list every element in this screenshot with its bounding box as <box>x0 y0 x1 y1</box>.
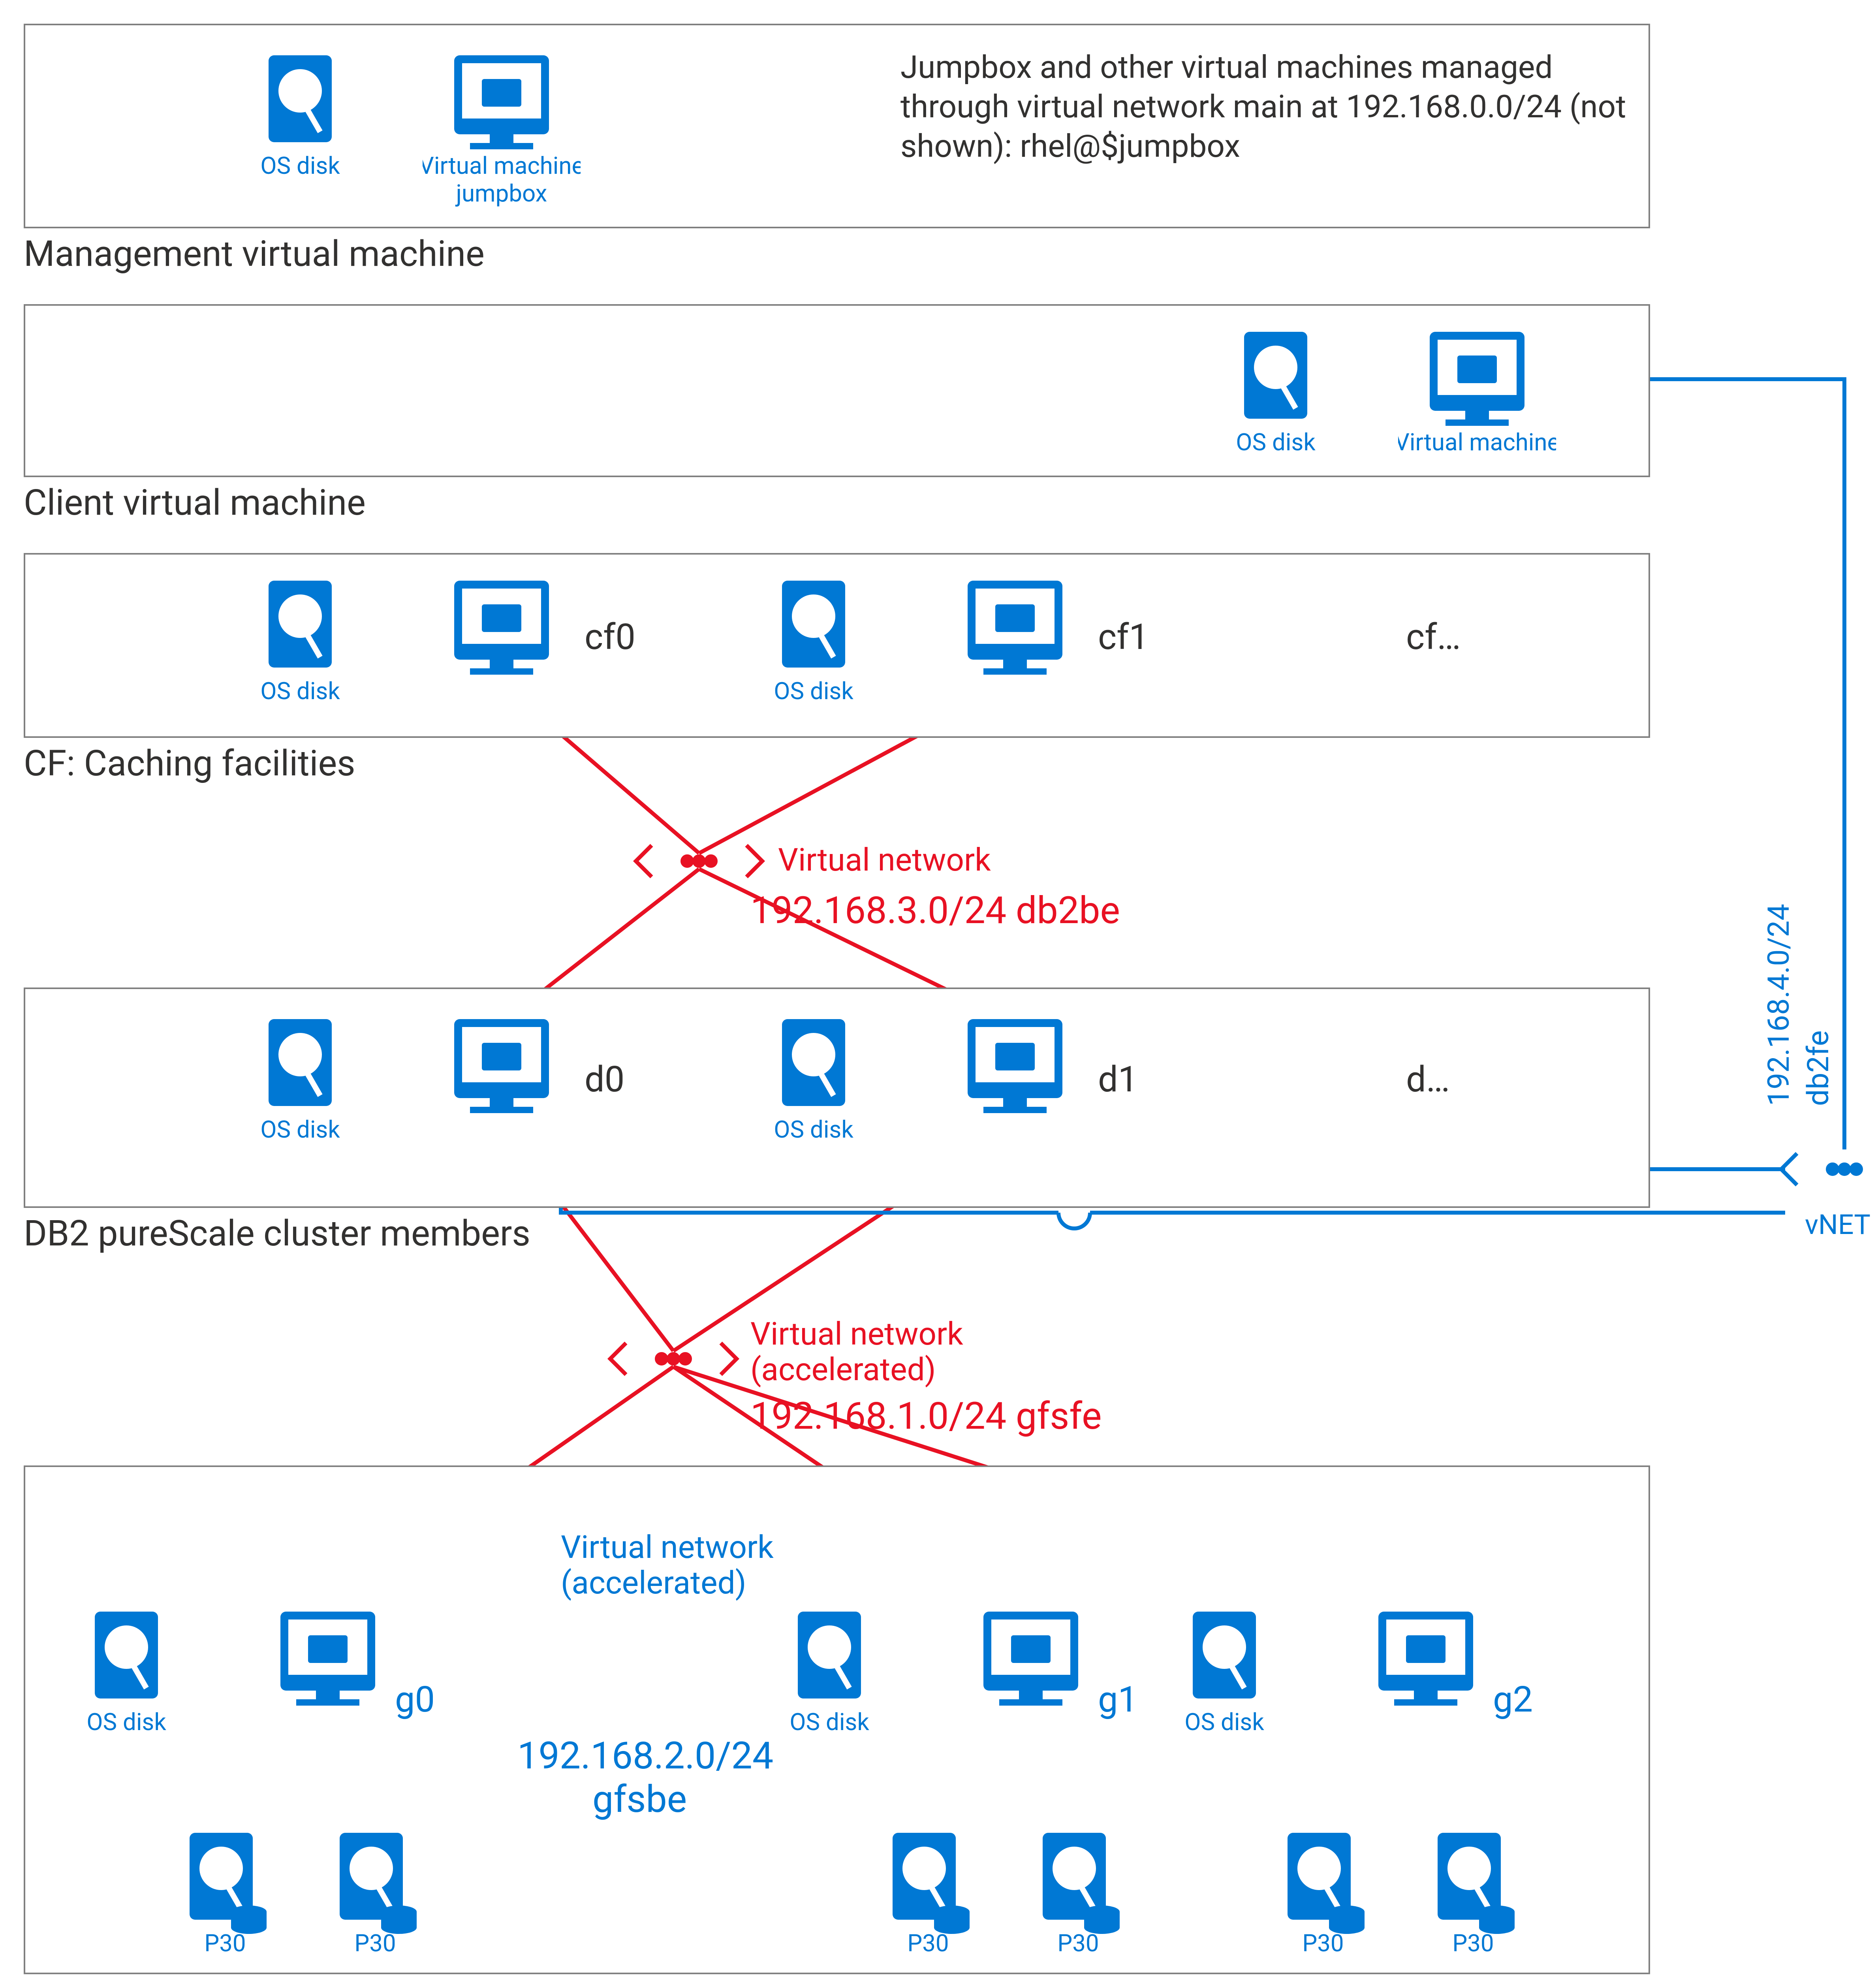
d1-label: d1 <box>1098 1059 1138 1100</box>
g0-label: g0 <box>395 1679 435 1720</box>
svg-text:OS disk: OS disk <box>86 1708 166 1736</box>
svg-text:P30: P30 <box>204 1929 246 1957</box>
svg-text:P30: P30 <box>354 1929 396 1957</box>
disk-icon: OS disk <box>762 573 865 719</box>
gfsbe-cidr-l2: gfsbe <box>592 1778 687 1821</box>
p30-disk-icon: P30 <box>174 1825 276 1963</box>
p30-disk-icon: P30 <box>324 1825 427 1963</box>
svg-text:Virtual machine: Virtual machine <box>1398 428 1556 456</box>
disk-icon: OS disk <box>762 1011 865 1157</box>
d0-label: d0 <box>585 1059 624 1100</box>
p30-disk-icon: P30 <box>877 1825 979 1963</box>
svg-text:P30: P30 <box>907 1929 949 1957</box>
vm-label-l1: Virtual machine <box>423 152 581 180</box>
vm-icon <box>936 573 1094 691</box>
disk-icon: OS disk <box>778 1604 881 1750</box>
g2-label: g2 <box>1493 1679 1533 1720</box>
disk-icon: OS disk <box>249 1011 352 1157</box>
vm-icon <box>1347 1604 1505 1722</box>
svg-text:OS disk: OS disk <box>774 1115 853 1144</box>
gfsfe-cidr: 192.168.1.0/24 gfsfe <box>750 1394 1102 1438</box>
cf1-label: cf1 <box>1098 616 1149 658</box>
vm-icon: Virtual machine jumpbox <box>423 47 581 213</box>
cf-title: CF: Caching facilities <box>24 743 355 784</box>
svg-text:OS disk: OS disk <box>260 677 340 705</box>
svg-text:P30: P30 <box>1452 1929 1494 1957</box>
db2fe-cidr-l1: 192.168.4.0/24 <box>1761 830 1796 1106</box>
vm-label-l2: jumpbox <box>455 179 547 207</box>
db2be-name: Virtual network <box>778 841 991 878</box>
db2-title: DB2 pureScale cluster members <box>24 1213 530 1254</box>
vm-icon <box>423 573 581 691</box>
disk-icon: OS disk <box>1173 1604 1276 1750</box>
vnet-caption: vNET <box>1805 1209 1870 1241</box>
os-disk-label: OS disk <box>260 152 340 180</box>
svg-text:OS disk: OS disk <box>1184 1708 1264 1736</box>
vm-icon <box>936 1011 1094 1130</box>
p30-disk-icon: P30 <box>1027 1825 1130 1963</box>
p30-disk-icon: P30 <box>1272 1825 1374 1963</box>
gfsfe-name-l1: Virtual network <box>750 1315 963 1352</box>
db2be-cidr: 192.168.3.0/24 db2be <box>750 889 1120 933</box>
disk-icon: OS disk <box>249 47 352 194</box>
svg-text:OS disk: OS disk <box>1236 428 1316 456</box>
client-title: Client virtual machine <box>24 482 366 523</box>
disk-icon: OS disk <box>249 573 352 719</box>
cf-more-label: cf… <box>1406 616 1461 658</box>
svg-text:OS disk: OS disk <box>774 677 853 705</box>
disk-icon: OS disk <box>75 1604 178 1750</box>
svg-text:P30: P30 <box>1057 1929 1099 1957</box>
gfsbe-name-l1: Virtual network <box>561 1529 774 1566</box>
vm-icon <box>249 1604 407 1722</box>
svg-text:OS disk: OS disk <box>789 1708 869 1736</box>
vm-icon <box>423 1011 581 1130</box>
gfsbe-cidr-l1: 192.168.2.0/24 <box>517 1734 773 1778</box>
p30-disk-icon: P30 <box>1422 1825 1524 1963</box>
db2fe-cidr-l2: db2fe <box>1801 968 1836 1106</box>
vm-icon: Virtual machine <box>1398 324 1556 470</box>
gfsfe-name-l2: (accelerated) <box>750 1351 936 1388</box>
g1-label: g1 <box>1098 1679 1138 1720</box>
cf0-label: cf0 <box>585 616 635 658</box>
vm-icon <box>952 1604 1110 1722</box>
disk-icon: OS disk <box>1224 324 1327 470</box>
management-title: Management virtual machine <box>24 233 485 275</box>
gfsbe-name-l2: (accelerated) <box>561 1564 746 1601</box>
svg-text:OS disk: OS disk <box>260 1115 340 1144</box>
d-more-label: d… <box>1406 1059 1450 1100</box>
svg-text:P30: P30 <box>1302 1929 1344 1957</box>
management-note: Jumpbox and other virtual machines manag… <box>900 47 1639 166</box>
